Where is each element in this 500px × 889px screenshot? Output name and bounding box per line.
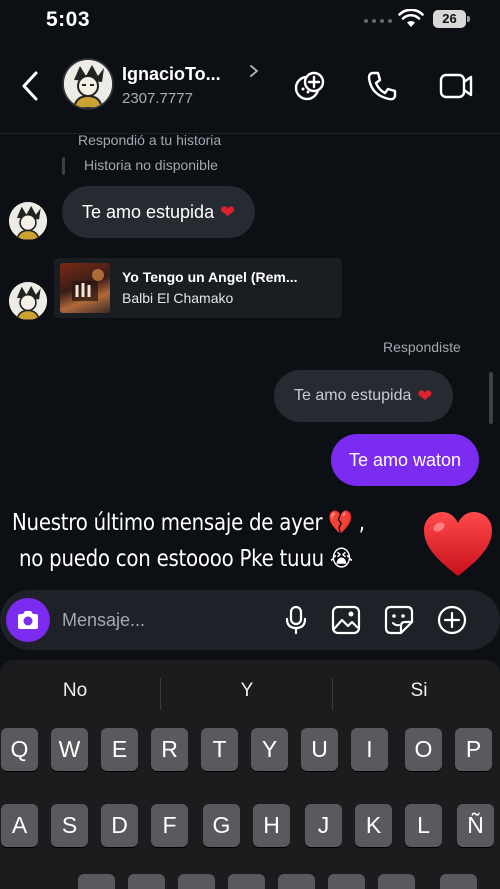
message-composer <box>0 590 500 650</box>
gallery-icon[interactable] <box>330 604 362 636</box>
music-share-card[interactable]: Yo Tengo un Angel (Rem... Balbi El Chama… <box>54 258 342 318</box>
sender-avatar[interactable] <box>9 202 47 240</box>
sender-avatar[interactable] <box>9 282 47 320</box>
song-artist: Balbi El Chamako <box>122 290 234 306</box>
wifi-icon <box>398 9 424 27</box>
avatar-illustration-icon <box>9 202 47 240</box>
microphone-icon[interactable] <box>280 604 312 636</box>
key[interactable]: Q <box>1 728 38 771</box>
key[interactable]: P <box>455 728 492 771</box>
key[interactable]: D <box>101 804 138 847</box>
key[interactable]: O <box>405 728 442 771</box>
key-partial[interactable] <box>228 874 265 889</box>
caption-line-1: Nuestro último mensaje de ayer 💔 , <box>12 510 365 536</box>
key-partial[interactable] <box>78 874 115 889</box>
reply-bar <box>62 157 65 175</box>
add-people-icon[interactable] <box>292 68 328 104</box>
status-bar: 5:03 26 <box>0 0 500 44</box>
message-text: Te amo waton <box>349 449 462 470</box>
key[interactable]: W <box>51 728 88 771</box>
key[interactable]: G <box>203 804 240 847</box>
status-time: 5:03 <box>46 8 91 31</box>
camera-icon <box>18 611 38 629</box>
key[interactable]: Y <box>251 728 288 771</box>
key[interactable]: Ñ <box>457 804 494 847</box>
battery-icon: 26 <box>433 10 470 28</box>
outgoing-reply-quote[interactable]: Te amo estupida ❤ <box>274 370 453 422</box>
album-art-icon <box>72 269 104 301</box>
key[interactable]: R <box>151 728 188 771</box>
camera-button[interactable] <box>6 598 50 642</box>
suggestion-1[interactable]: No <box>0 680 155 702</box>
message-text: Te amo estupida <box>82 201 215 222</box>
album-cover <box>60 263 110 313</box>
suggestion-2[interactable]: Y <box>167 680 327 702</box>
key[interactable]: A <box>1 804 38 847</box>
song-title: Yo Tengo un Angel (Rem... <box>122 269 298 285</box>
key[interactable]: S <box>51 804 88 847</box>
incoming-message[interactable]: Te amo estupida ❤ <box>62 186 256 238</box>
key[interactable]: U <box>301 728 338 771</box>
chevron-right-icon[interactable] <box>248 64 260 78</box>
key[interactable]: L <box>405 804 442 847</box>
outgoing-message[interactable]: Te amo waton <box>331 434 480 486</box>
red-heart-icon <box>424 512 492 576</box>
message-input[interactable] <box>62 608 262 632</box>
contact-name[interactable]: IgnacioTo... <box>122 64 221 85</box>
phone-call-icon[interactable] <box>364 68 400 104</box>
key-partial[interactable] <box>178 874 215 889</box>
chat-header: IgnacioTo... 2307.7777 <box>0 50 500 134</box>
key[interactable]: J <box>305 804 342 847</box>
key-partial[interactable] <box>128 874 165 889</box>
video-call-icon[interactable] <box>438 68 474 104</box>
cellular-signal-icon <box>364 19 392 23</box>
story-unavailable: Historia no disponible <box>84 157 218 173</box>
keyboard: No Y Si Q W E R T Y U I O P A S D F G H … <box>0 660 500 889</box>
key[interactable]: F <box>151 804 188 847</box>
divider <box>332 678 333 710</box>
sticker-icon[interactable] <box>383 604 415 636</box>
suggestion-3[interactable]: Si <box>339 680 499 702</box>
key-partial[interactable] <box>328 874 365 889</box>
contact-avatar[interactable] <box>62 58 114 110</box>
scrollbar[interactable] <box>489 372 493 424</box>
quoted-text: Te amo estupida <box>294 387 412 404</box>
contact-username: 2307.7777 <box>122 90 193 107</box>
caption-line-2: no puedo con estoooo Pke tuuu 😭 <box>19 546 353 572</box>
reply-note: Respondió a tu historia <box>78 132 222 148</box>
avatar-illustration-icon <box>9 282 47 320</box>
plus-circle-icon[interactable] <box>436 604 468 636</box>
avatar-illustration-icon <box>64 60 112 108</box>
key[interactable]: I <box>351 728 388 771</box>
back-arrow-icon[interactable] <box>16 68 46 104</box>
key[interactable]: E <box>101 728 138 771</box>
key-partial[interactable] <box>378 874 415 889</box>
reply-label: Respondiste <box>383 339 461 355</box>
heart-emoji-icon: ❤ <box>417 385 433 406</box>
key[interactable]: T <box>201 728 238 771</box>
key-partial[interactable] <box>278 874 315 889</box>
key[interactable]: K <box>355 804 392 847</box>
key[interactable]: H <box>253 804 290 847</box>
divider <box>160 678 161 710</box>
heart-emoji-icon: ❤ <box>220 201 236 222</box>
key-partial[interactable] <box>440 874 477 889</box>
